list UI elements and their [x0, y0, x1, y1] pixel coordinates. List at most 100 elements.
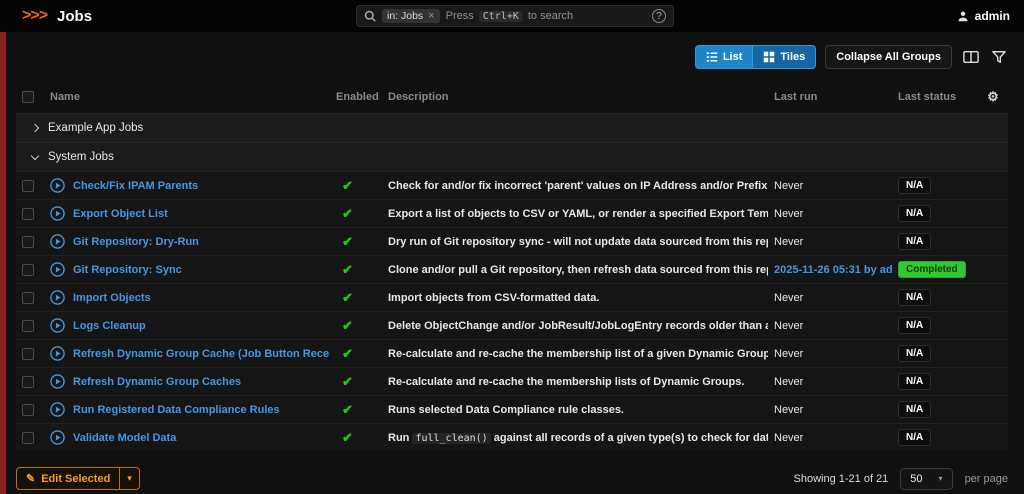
- job-row: Logs Cleanup ✔ Delete ObjectChange and/o…: [16, 312, 1008, 340]
- job-row: Refresh Dynamic Group Cache (Job Button …: [16, 340, 1008, 368]
- status-badge: N/A: [898, 317, 931, 334]
- view-toggle-group: List Tiles: [695, 45, 816, 69]
- job-name-link[interactable]: Git Repository: Dry-Run: [73, 236, 199, 248]
- row-checkbox[interactable]: [22, 320, 34, 332]
- top-navbar: >>> Jobs in: Jobs × Press Ctrl+K to sear…: [0, 0, 1024, 32]
- job-description: Run full_clean() against all records of …: [382, 424, 768, 452]
- user-icon: [957, 10, 969, 22]
- tiles-view-label: Tiles: [780, 51, 805, 63]
- search-placeholder: Press Ctrl+K to search: [446, 10, 646, 22]
- row-checkbox[interactable]: [22, 236, 34, 248]
- run-job-icon[interactable]: [50, 206, 65, 221]
- status-badge: N/A: [898, 233, 931, 250]
- showing-count-label: Showing 1-21 of 21: [794, 473, 889, 485]
- header-enabled: Enabled: [330, 81, 382, 114]
- user-menu[interactable]: admin: [957, 9, 1010, 23]
- remove-scope-icon[interactable]: ×: [428, 10, 434, 22]
- row-checkbox[interactable]: [22, 432, 34, 444]
- row-checkbox[interactable]: [22, 180, 34, 192]
- list-icon: [706, 51, 718, 63]
- job-description: Dry run of Git repository sync - will no…: [382, 228, 768, 256]
- nautobot-logo[interactable]: >>>: [22, 7, 47, 25]
- jobs-table: Name Enabled Description Last run Last s…: [16, 81, 1008, 451]
- run-job-icon[interactable]: [50, 346, 65, 361]
- job-name-link[interactable]: Git Repository: Sync: [73, 264, 182, 276]
- job-group-row[interactable]: System Jobs: [16, 143, 1008, 172]
- job-last-run: Never: [768, 424, 892, 452]
- enabled-check-icon: ✔: [342, 234, 353, 249]
- header-last-status: Last status: [892, 81, 978, 114]
- enabled-check-icon: ✔: [342, 262, 353, 277]
- status-badge: N/A: [898, 177, 931, 194]
- job-name-link[interactable]: Refresh Dynamic Group Caches: [73, 376, 241, 388]
- table-columns-icon[interactable]: [961, 48, 981, 66]
- status-badge: N/A: [898, 401, 931, 418]
- job-description: Import objects from CSV-formatted data.: [382, 284, 768, 312]
- row-checkbox[interactable]: [22, 404, 34, 416]
- job-last-run: Never: [768, 284, 892, 312]
- job-last-run: Never: [768, 396, 892, 424]
- run-job-icon[interactable]: [50, 402, 65, 417]
- row-checkbox[interactable]: [22, 208, 34, 220]
- edit-selected-caret-button[interactable]: ▾: [120, 468, 139, 489]
- status-badge: N/A: [898, 205, 931, 222]
- run-job-icon[interactable]: [50, 178, 65, 193]
- run-job-icon[interactable]: [50, 318, 65, 333]
- job-last-run: Never: [768, 340, 892, 368]
- filter-icon[interactable]: [990, 48, 1008, 66]
- search-placeholder-pre: Press: [446, 10, 474, 22]
- run-job-icon[interactable]: [50, 374, 65, 389]
- job-last-run: Never: [768, 172, 892, 200]
- table-config-gear-icon[interactable]: ⚙: [987, 89, 999, 104]
- status-badge: N/A: [898, 345, 931, 362]
- group-label: System Jobs: [48, 151, 114, 163]
- pencil-icon: ✎: [26, 472, 35, 485]
- job-name-link[interactable]: Refresh Dynamic Group Cache (Job Button …: [73, 348, 330, 360]
- run-job-icon[interactable]: [50, 290, 65, 305]
- last-run-link[interactable]: 2025-11-26 05:31 by admin: [774, 264, 892, 276]
- edit-selected-button[interactable]: ✎ Edit Selected: [17, 468, 120, 489]
- job-row: Git Repository: Sync ✔ Clone and/or pull…: [16, 256, 1008, 284]
- search-placeholder-post: to search: [528, 10, 573, 22]
- row-checkbox[interactable]: [22, 348, 34, 360]
- job-name-link[interactable]: Export Object List: [73, 208, 168, 220]
- per-page-label: per page: [965, 473, 1008, 485]
- job-name-link[interactable]: Import Objects: [73, 292, 151, 304]
- jobs-table-body: Example App Jobs System Jobs Check/Fix I…: [16, 114, 1008, 452]
- jobs-page: >>> Jobs in: Jobs × Press Ctrl+K to sear…: [0, 0, 1024, 494]
- enabled-check-icon: ✔: [342, 430, 353, 445]
- run-job-icon[interactable]: [50, 430, 65, 445]
- job-row: Check/Fix IPAM Parents ✔ Check for and/o…: [16, 172, 1008, 200]
- row-checkbox[interactable]: [22, 292, 34, 304]
- help-icon[interactable]: ?: [652, 9, 666, 23]
- header-description: Description: [382, 81, 768, 114]
- run-job-icon[interactable]: [50, 262, 65, 277]
- job-group-row[interactable]: Example App Jobs: [16, 114, 1008, 143]
- global-search-input[interactable]: in: Jobs × Press Ctrl+K to search ?: [356, 5, 674, 27]
- job-name-link[interactable]: Check/Fix IPAM Parents: [73, 180, 198, 192]
- list-view-button[interactable]: List: [695, 45, 754, 69]
- edit-selected-split-button: ✎ Edit Selected ▾: [16, 467, 140, 490]
- job-name-link[interactable]: Validate Model Data: [73, 432, 176, 444]
- status-badge: Completed: [898, 261, 966, 278]
- per-page-select[interactable]: 50 ▾: [900, 468, 952, 490]
- status-badge: N/A: [898, 373, 931, 390]
- job-row: Validate Model Data ✔ Run full_clean() a…: [16, 424, 1008, 452]
- job-name-link[interactable]: Run Registered Data Compliance Rules: [73, 404, 280, 416]
- run-job-icon[interactable]: [50, 234, 65, 249]
- tiles-view-button[interactable]: Tiles: [753, 45, 816, 69]
- row-checkbox[interactable]: [22, 264, 34, 276]
- username-label: admin: [975, 9, 1010, 23]
- collapse-all-groups-button[interactable]: Collapse All Groups: [825, 45, 952, 69]
- job-description: Check for and/or fix incorrect 'parent' …: [382, 172, 768, 200]
- job-name-link[interactable]: Logs Cleanup: [73, 320, 146, 332]
- job-row: Run Registered Data Compliance Rules ✔ R…: [16, 396, 1008, 424]
- job-description: Re-calculate and re-cache the membership…: [382, 340, 768, 368]
- job-row: Refresh Dynamic Group Caches ✔ Re-calcul…: [16, 368, 1008, 396]
- enabled-check-icon: ✔: [342, 290, 353, 305]
- select-all-checkbox[interactable]: [22, 91, 34, 103]
- job-last-run: Never: [768, 312, 892, 340]
- row-checkbox[interactable]: [22, 376, 34, 388]
- enabled-check-icon: ✔: [342, 318, 353, 333]
- status-badge: N/A: [898, 429, 931, 446]
